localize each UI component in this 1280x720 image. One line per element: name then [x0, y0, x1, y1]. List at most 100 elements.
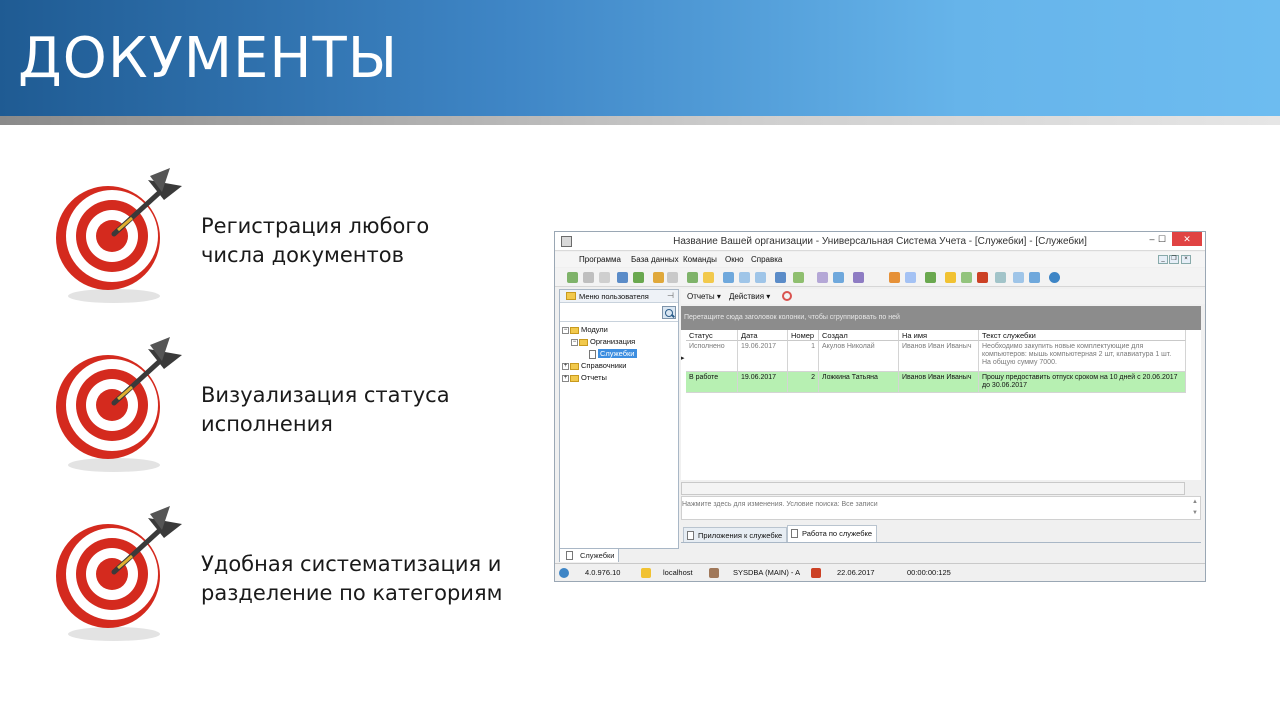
- tree-item-memos[interactable]: Служебки: [589, 348, 637, 360]
- print-icon[interactable]: [775, 272, 786, 283]
- tree-item-label: Организация: [590, 337, 636, 346]
- menu-help[interactable]: Справка: [751, 255, 782, 264]
- user-menu-header: Меню пользователя ⊣: [560, 290, 678, 303]
- info-icon[interactable]: [1049, 272, 1060, 283]
- calendar-icon[interactable]: [995, 272, 1006, 283]
- tree-item-modules[interactable]: − Модули: [562, 324, 608, 336]
- calendar-icon: [811, 568, 821, 578]
- settings-icon[interactable]: [889, 272, 900, 283]
- stop-icon[interactable]: [782, 291, 792, 301]
- transfer-icon[interactable]: [977, 272, 988, 283]
- column-header-date[interactable]: Дата: [738, 330, 788, 341]
- status-version: 4.0.976.10: [585, 568, 621, 577]
- collapse-icon[interactable]: −: [562, 326, 569, 334]
- window-titlebar: Название Вашей организации - Универсальн…: [555, 232, 1205, 251]
- cell-created-by[interactable]: Ложкина Татьяна: [819, 372, 899, 393]
- copy-icon[interactable]: [583, 272, 594, 283]
- search-icon[interactable]: [662, 306, 676, 319]
- expand-icon[interactable]: +: [562, 374, 569, 382]
- feature-text-line: Визуализация статуса: [201, 383, 450, 407]
- pin-icon[interactable]: ⊣: [667, 291, 674, 300]
- cell-addressee[interactable]: Иванов Иван Иваныч: [899, 372, 979, 393]
- mdi-minimize-button[interactable]: _: [1158, 255, 1168, 264]
- add-icon[interactable]: [687, 272, 698, 283]
- reports-dropdown[interactable]: Отчеты ▾: [687, 292, 721, 301]
- cell-addressee[interactable]: Иванов Иван Иваныч: [899, 341, 979, 372]
- folder-icon: [570, 326, 579, 334]
- menu-commands[interactable]: Команды: [683, 255, 717, 264]
- window-icon[interactable]: [817, 272, 828, 283]
- cell-number[interactable]: 2: [788, 372, 819, 393]
- menu-database[interactable]: База данных: [631, 255, 679, 264]
- cell-created-by[interactable]: Акулов Николай: [819, 341, 899, 372]
- first-record-icon[interactable]: [723, 272, 734, 283]
- cell-date[interactable]: 19.06.2017: [738, 372, 788, 393]
- tab-memos[interactable]: Служебки: [559, 548, 619, 562]
- cell-status[interactable]: В работе: [686, 372, 738, 393]
- spreadsheet-icon[interactable]: [925, 272, 936, 283]
- filter-icon[interactable]: [653, 272, 664, 283]
- header-divider: [0, 116, 1280, 125]
- printer-icon[interactable]: [1013, 272, 1024, 283]
- column-header-status[interactable]: Статус: [686, 330, 738, 341]
- next-record-icon[interactable]: [755, 272, 766, 283]
- menu-program[interactable]: Программа: [579, 255, 621, 264]
- feature-item: Удобная систематизация и разделение по к…: [52, 506, 512, 646]
- column-header-text[interactable]: Текст служебки: [979, 330, 1186, 341]
- mdi-restore-button[interactable]: ❐: [1169, 255, 1179, 264]
- mdi-close-button[interactable]: ×: [1181, 255, 1191, 264]
- users-icon[interactable]: [961, 272, 972, 283]
- prev-record-icon[interactable]: [739, 272, 750, 283]
- filter-condition-text: Нажмите здесь для изменения. Условие пои…: [682, 501, 878, 508]
- search-icon[interactable]: [617, 272, 628, 283]
- cell-text[interactable]: Необходимо закупить новые комплектующие …: [979, 341, 1186, 372]
- tab-memo-work[interactable]: Работа по служебке: [787, 525, 878, 542]
- export-icon[interactable]: [793, 272, 804, 283]
- cell-status[interactable]: Исполнено: [686, 341, 738, 372]
- filter-scroll-icon[interactable]: ▲ ▼: [1190, 497, 1200, 519]
- memos-table: Статус Дата Номер Создал На имя Текст сл…: [681, 330, 1201, 480]
- window-new-icon[interactable]: [833, 272, 844, 283]
- document-icon: [687, 531, 694, 540]
- tools-icon[interactable]: [905, 272, 916, 283]
- expand-icon[interactable]: +: [562, 362, 569, 370]
- tab-attachments[interactable]: Приложения к служебке: [683, 527, 788, 542]
- close-button[interactable]: ✕: [1172, 232, 1202, 246]
- tab-label: Служебки: [580, 551, 615, 560]
- collapse-icon[interactable]: −: [571, 338, 578, 346]
- group-by-area[interactable]: Перетащите сюда заголовок колонки, чтобы…: [681, 306, 1201, 330]
- refresh-icon[interactable]: [567, 272, 578, 283]
- page-title: ДОКУМЕНТЫ: [18, 26, 399, 91]
- paste-icon[interactable]: [599, 272, 610, 283]
- column-header-addressee[interactable]: На имя: [899, 330, 979, 341]
- column-header-created-by[interactable]: Создал: [819, 330, 899, 341]
- main-toolbar: [555, 268, 1205, 287]
- grid-toolbar: Отчеты ▾ Действия ▾: [681, 289, 1205, 304]
- feature-text-line: разделение по категориям: [201, 581, 503, 605]
- actions-dropdown[interactable]: Действия ▾: [729, 292, 770, 301]
- menu-window[interactable]: Окно: [725, 255, 744, 264]
- tree-item-organization[interactable]: − Организация: [571, 336, 635, 348]
- cell-text[interactable]: Прошу предоставить отпуск сроком на 10 д…: [979, 372, 1186, 393]
- status-db: SYSDBA (MAIN) - A: [733, 568, 801, 577]
- tab-label: Работа по служебке: [802, 529, 873, 538]
- feature-item: Регистрация любого числа документов: [52, 168, 512, 308]
- cell-number[interactable]: 1: [788, 341, 819, 372]
- tree-icon[interactable]: [633, 272, 644, 283]
- report-icon[interactable]: [853, 272, 864, 283]
- tree-item-references[interactable]: + Справочники: [562, 360, 626, 372]
- filter-clear-icon[interactable]: [667, 272, 678, 283]
- column-header-number[interactable]: Номер: [788, 330, 819, 341]
- feature-text-line: Удобная систематизация и: [201, 552, 502, 576]
- tree-item-reports[interactable]: + Отчеты: [562, 372, 607, 384]
- share-icon[interactable]: [1029, 272, 1040, 283]
- filter-bar[interactable]: Нажмите здесь для изменения. Условие пои…: [681, 496, 1201, 520]
- lock-icon[interactable]: [945, 272, 956, 283]
- tree-item-label: Справочники: [581, 361, 627, 370]
- document-icon: [589, 349, 596, 359]
- edit-icon[interactable]: [703, 272, 714, 283]
- info-icon: [559, 568, 569, 578]
- target-dart-icon: [56, 168, 182, 303]
- cell-date[interactable]: 19.06.2017: [738, 341, 788, 372]
- grid-horizontal-scrollbar[interactable]: [681, 482, 1185, 495]
